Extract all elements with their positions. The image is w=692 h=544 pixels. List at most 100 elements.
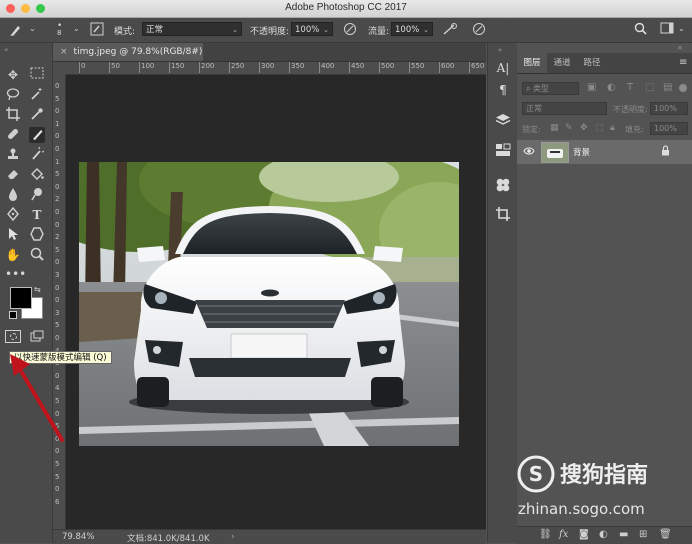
- brush-panel-toggle-icon[interactable]: [90, 22, 104, 39]
- document-tab[interactable]: × timg.jpeg @ 79.8%(RGB/8#): [53, 43, 203, 61]
- link-layers-icon[interactable]: ⛓: [539, 529, 552, 540]
- search-icon[interactable]: [634, 22, 647, 38]
- path-select-icon[interactable]: [5, 227, 21, 243]
- hand-icon[interactable]: ✋: [5, 247, 21, 263]
- adjustment-layer-icon[interactable]: ◐: [599, 529, 608, 540]
- filter-toggle-icon[interactable]: [679, 84, 687, 92]
- chevron-down-icon[interactable]: ⌄: [73, 23, 80, 35]
- screen-mode-icon[interactable]: [30, 330, 44, 345]
- horizontal-ruler: 0 50 100 150 200 250 300 350 400 450 500 550 600 650: [53, 62, 486, 75]
- lock-transparent-icon[interactable]: ▦: [550, 123, 559, 133]
- chevron-down-icon[interactable]: ⌄: [29, 23, 36, 35]
- tab-channels[interactable]: 通道: [547, 53, 577, 73]
- add-mask-icon[interactable]: ◙: [579, 529, 589, 540]
- quick-mask-icon[interactable]: [5, 330, 21, 343]
- new-layer-icon[interactable]: ⊞: [639, 529, 647, 540]
- ruler-v-tick-label: 5: [55, 170, 60, 179]
- layer-filter-label: 类型: [533, 84, 550, 93]
- new-group-icon[interactable]: ▬: [619, 529, 628, 540]
- marquee-icon[interactable]: [29, 67, 45, 83]
- swap-colors-icon[interactable]: ⇆: [34, 285, 41, 294]
- ruler-h-tick-label: 0: [79, 62, 85, 73]
- ruler-v-tick-label: 3: [55, 308, 60, 317]
- dock-collapse-icon[interactable]: »: [498, 46, 502, 54]
- pressure-opacity-icon[interactable]: [343, 22, 357, 39]
- close-tab-icon[interactable]: ×: [60, 47, 68, 57]
- blur-icon[interactable]: [5, 187, 21, 203]
- paragraph-panel-icon[interactable]: ¶: [494, 81, 512, 99]
- fill-input[interactable]: 100%: [650, 122, 688, 135]
- panel-menu-icon[interactable]: ≡: [679, 57, 687, 68]
- type-icon[interactable]: T: [29, 207, 45, 223]
- brush-icon[interactable]: [29, 127, 45, 143]
- eyedropper-icon[interactable]: [29, 107, 45, 123]
- filter-pixel-icon[interactable]: ▣: [587, 82, 596, 93]
- layer-row-background[interactable]: 背景: [517, 140, 692, 164]
- lasso-icon[interactable]: [5, 87, 21, 103]
- default-colors-icon[interactable]: [9, 311, 17, 319]
- lock-all-icon[interactable]: 🔒︎: [610, 123, 615, 133]
- crop-panel-icon[interactable]: [494, 207, 512, 225]
- mode-value: 正常: [146, 25, 164, 35]
- options-bar: ⌄ • 8 ⌄ 模式: 正常 ⌄ 不透明度: 100% ⌄ 流量: 100% ⌄ ⌄: [0, 18, 692, 43]
- filter-type-icon[interactable]: T: [627, 82, 633, 93]
- layer-filter-select[interactable]: ⌕ 类型: [522, 82, 579, 95]
- ruler-v-tick-label: 0: [55, 334, 60, 342]
- panel-close-icon[interactable]: ×: [677, 44, 683, 52]
- lock-position-icon[interactable]: ✥: [580, 123, 588, 133]
- tab-paths[interactable]: 路径: [577, 53, 607, 73]
- pressure-size-icon[interactable]: [472, 22, 486, 39]
- eye-visibility-icon[interactable]: [523, 146, 535, 159]
- ruler-v-tick-label: 0: [55, 82, 60, 90]
- mode-select[interactable]: 正常 ⌄: [142, 22, 242, 36]
- brush-preset-icon[interactable]: [8, 23, 24, 40]
- blend-mode-select[interactable]: 正常: [522, 102, 607, 115]
- workspace-icon[interactable]: [660, 22, 674, 37]
- flow-input[interactable]: 100% ⌄: [391, 22, 433, 36]
- properties-panel-icon[interactable]: [494, 143, 512, 161]
- character-panel-icon[interactable]: A|: [494, 59, 512, 77]
- fx-icon[interactable]: fx: [559, 529, 568, 540]
- zoom-level[interactable]: 79.84%: [62, 532, 94, 542]
- more-tools-icon[interactable]: •••: [5, 266, 26, 282]
- swatches-panel-icon[interactable]: [494, 177, 512, 195]
- lock-image-icon[interactable]: ✎: [565, 123, 573, 133]
- flow-label: 流量:: [368, 27, 390, 37]
- clone-stamp-icon[interactable]: [5, 147, 21, 163]
- filter-adjustment-icon[interactable]: ◐: [607, 82, 616, 93]
- ruler-h-tick-label: 250: [229, 62, 244, 73]
- layer-opacity-input[interactable]: 100%: [650, 102, 688, 115]
- shape-icon[interactable]: [29, 227, 45, 243]
- dodge-icon[interactable]: [29, 187, 45, 203]
- ruler-v-tick-label: 5: [55, 460, 60, 468]
- history-brush-icon[interactable]: [29, 145, 46, 163]
- filter-smart-object-icon[interactable]: ▤: [663, 82, 672, 93]
- eraser-icon[interactable]: [5, 167, 21, 183]
- lock-artboard-icon[interactable]: ⬚: [595, 123, 604, 133]
- opacity-input[interactable]: 100% ⌄: [291, 22, 333, 36]
- healing-brush-icon[interactable]: [5, 127, 21, 143]
- paint-bucket-icon[interactable]: [29, 167, 45, 183]
- zoom-icon[interactable]: [29, 247, 45, 263]
- watermark-domain: zhinan.sogo.com: [518, 500, 645, 518]
- panel-collapse-icon[interactable]: «: [4, 46, 8, 54]
- layer-thumbnail: [541, 142, 569, 163]
- move-icon[interactable]: ✥: [5, 67, 21, 83]
- pen-icon[interactable]: [5, 206, 21, 223]
- ruler-v-tick-label: 2: [55, 195, 60, 204]
- crop-icon[interactable]: [5, 107, 21, 123]
- ruler-v-tick-label: 2: [55, 233, 60, 242]
- chevron-down-icon[interactable]: ⌄: [678, 23, 685, 35]
- airbrush-icon[interactable]: [442, 22, 458, 39]
- car-photo-canvas[interactable]: [79, 162, 459, 446]
- title-bar: Adobe Photoshop CC 2017: [0, 0, 692, 18]
- foreground-color-swatch[interactable]: [10, 287, 32, 309]
- delete-layer-icon[interactable]: 🗑︎: [659, 529, 672, 540]
- tab-layers[interactable]: 图层: [517, 53, 547, 73]
- layer-blend-row: 正常 不透明度: 100%: [517, 101, 692, 117]
- filter-shape-icon[interactable]: ⬚: [645, 82, 654, 93]
- layers-panel-icon[interactable]: [494, 113, 512, 131]
- magic-wand-icon[interactable]: [29, 87, 45, 103]
- document-size-info[interactable]: 文档:841.0K/841.0K: [127, 532, 210, 544]
- chevron-right-icon[interactable]: ›: [231, 532, 234, 542]
